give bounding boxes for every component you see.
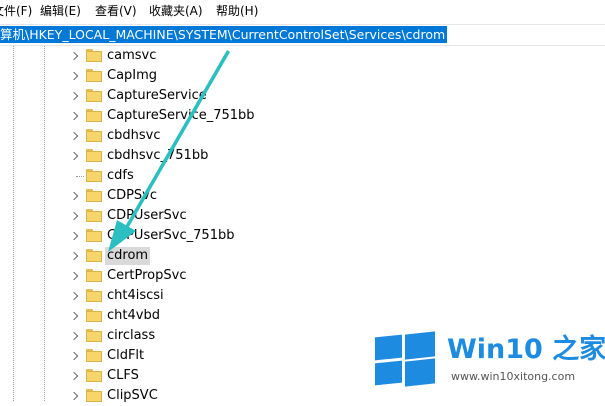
- arrow-shaft: [123, 50, 230, 232]
- windows-logo-icon: [375, 331, 435, 387]
- arrow-head: [108, 220, 136, 252]
- watermark-logo: Win10 之家 www.win10xitong.com: [375, 331, 605, 401]
- logo-url: www.win10xitong.com: [451, 370, 576, 383]
- logo-brand: Win10 之家: [447, 334, 605, 365]
